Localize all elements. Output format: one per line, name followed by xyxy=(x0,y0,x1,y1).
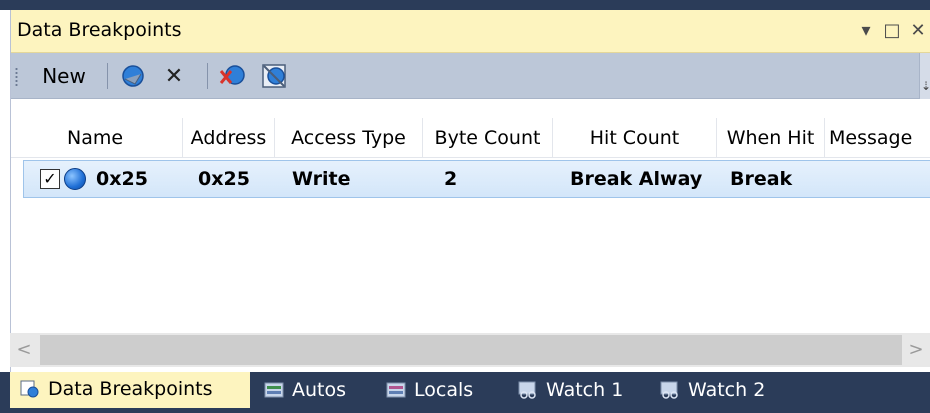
cell-when-hit: Break xyxy=(730,168,793,190)
title-controls: ▾ □ ✕ xyxy=(853,20,930,42)
cell-address: 0x25 xyxy=(198,168,250,190)
tab-label: Watch 1 xyxy=(546,379,624,401)
tab-data-breakpoints[interactable]: Data Breakpoints xyxy=(10,372,250,408)
column-header-access-type[interactable]: Access Type xyxy=(275,118,423,158)
breakpoint-icon xyxy=(64,168,86,190)
tab-label: Data Breakpoints xyxy=(48,378,213,400)
tab-watch-1[interactable]: Watch 1 xyxy=(518,372,648,408)
tab-label: Locals xyxy=(414,379,474,401)
column-header-hit-count[interactable]: Hit Count xyxy=(553,118,717,158)
column-header-address[interactable]: Address xyxy=(183,118,275,158)
data-breakpoints-window: Data Breakpoints ▾ □ ✕ New ✕ ⇣ Name Addr… xyxy=(0,0,930,413)
delete-all-icon xyxy=(219,65,245,85)
cell-name: 0x25 xyxy=(96,168,148,190)
tab-watch-2[interactable]: Watch 2 xyxy=(660,372,790,408)
cell-access-type: Write xyxy=(292,168,351,190)
table-row[interactable]: ✓ 0x25 0x25 Write 2 Break Alway Break xyxy=(23,160,930,198)
toolbar-separator xyxy=(207,63,208,89)
autos-icon xyxy=(264,382,284,398)
column-header-name[interactable]: Name xyxy=(11,118,183,158)
cell-byte-count: 2 xyxy=(444,168,458,190)
tab-label: Autos xyxy=(292,379,347,401)
toggle-all-breakpoints-button[interactable] xyxy=(257,61,293,91)
toggle-all-icon xyxy=(262,64,286,88)
close-icon: ✕ xyxy=(164,63,184,89)
locals-icon xyxy=(386,382,406,398)
scrollbar-thumb[interactable] xyxy=(40,335,902,365)
close-button[interactable]: ✕ xyxy=(159,61,189,91)
cell-message xyxy=(836,161,930,197)
column-header-message[interactable]: Message xyxy=(825,118,930,158)
new-breakpoint-button[interactable]: New xyxy=(23,61,105,91)
watch-icon xyxy=(660,381,678,399)
maximize-icon[interactable]: □ xyxy=(879,20,905,42)
panel-title: Data Breakpoints xyxy=(17,19,182,41)
toolbar: New ✕ ⇣ xyxy=(11,53,930,99)
horizontal-scrollbar[interactable]: < > xyxy=(10,333,930,367)
panel-title-bar[interactable]: Data Breakpoints ▾ □ ✕ xyxy=(11,10,930,53)
tool-window-tab-strip: Data Breakpoints Autos Locals Watch 1 Wa… xyxy=(0,372,930,413)
tab-autos[interactable]: Autos xyxy=(264,372,374,408)
cell-hit-count: Break Alway xyxy=(570,168,703,190)
toolbar-grip[interactable] xyxy=(15,67,18,87)
delete-breakpoint-button[interactable] xyxy=(115,61,151,91)
window-top-edge xyxy=(0,0,930,10)
tab-locals[interactable]: Locals xyxy=(386,372,506,408)
overflow-chevron-icon: ⇣ xyxy=(921,79,930,93)
watch-icon xyxy=(518,381,536,399)
data-breakpoints-icon xyxy=(20,380,39,398)
tab-label: Watch 2 xyxy=(688,379,766,401)
column-header-row: Name Address Access Type Byte Count Hit … xyxy=(11,118,930,158)
toolbar-overflow-button[interactable]: ⇣ xyxy=(919,53,930,99)
breakpoint-enabled-checkbox[interactable]: ✓ xyxy=(40,169,60,189)
delete-all-breakpoints-button[interactable] xyxy=(215,61,251,91)
tool-window-panel: Data Breakpoints ▾ □ ✕ New ✕ ⇣ Name Addr… xyxy=(10,10,930,372)
toolbar-separator xyxy=(107,63,108,89)
column-header-when-hit[interactable]: When Hit xyxy=(717,118,825,158)
window-position-dropdown-icon[interactable]: ▾ xyxy=(853,20,879,42)
scroll-left-icon[interactable]: < xyxy=(12,339,36,361)
delete-breakpoint-icon xyxy=(122,65,144,87)
scroll-right-icon[interactable]: > xyxy=(904,339,928,361)
close-panel-icon[interactable]: ✕ xyxy=(905,20,930,42)
column-header-byte-count[interactable]: Byte Count xyxy=(423,118,553,158)
